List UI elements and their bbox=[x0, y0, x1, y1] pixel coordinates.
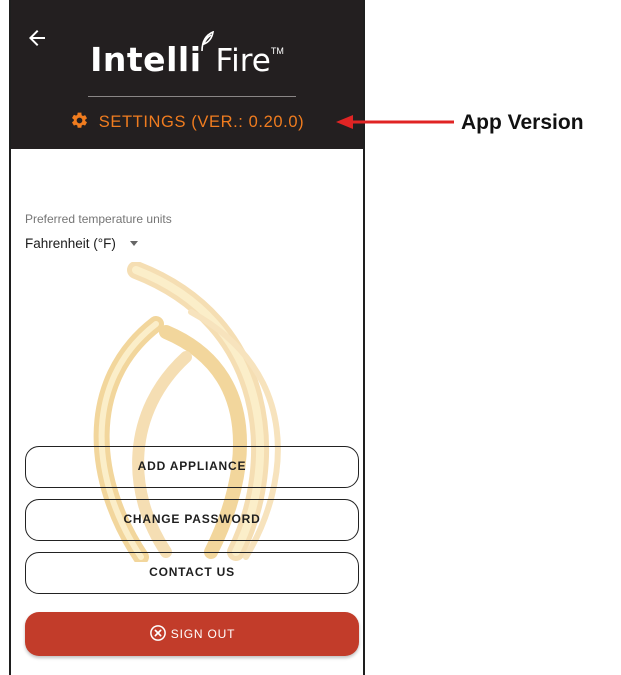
temperature-units-value: Fahrenheit (°F) bbox=[25, 236, 116, 251]
settings-title: SETTINGS (VER.: 0.20.0) bbox=[11, 111, 363, 132]
x-circle-icon bbox=[149, 625, 166, 641]
intellifire-logo: Intelli FireTM bbox=[11, 31, 363, 79]
settings-version-label: SETTINGS (VER.: 0.20.0) bbox=[98, 113, 305, 131]
app-header: Intelli FireTM SETTINGS (VER.: 0.20.0) bbox=[11, 0, 363, 149]
contact-us-button[interactable]: CONTACT US bbox=[25, 552, 359, 594]
temperature-units-select[interactable]: Fahrenheit (°F) bbox=[25, 236, 138, 260]
gear-icon bbox=[71, 112, 87, 128]
change-password-button[interactable]: CHANGE PASSWORD bbox=[25, 499, 359, 541]
chevron-down-icon bbox=[129, 241, 138, 246]
leaf-icon bbox=[200, 31, 214, 51]
sign-out-button[interactable]: SIGN OUT bbox=[25, 612, 359, 656]
app-version-annotation: App Version bbox=[461, 111, 584, 134]
sign-out-label: SIGN OUT bbox=[170, 627, 236, 641]
phone-screen: Intelli FireTM SETTINGS (VER.: 0.20.0) Pr… bbox=[9, 0, 365, 675]
annotation-arrow bbox=[336, 115, 454, 129]
header-divider bbox=[88, 96, 296, 97]
add-appliance-button[interactable]: ADD APPLIANCE bbox=[25, 446, 359, 488]
temperature-units-label: Preferred temperature units bbox=[25, 212, 172, 226]
